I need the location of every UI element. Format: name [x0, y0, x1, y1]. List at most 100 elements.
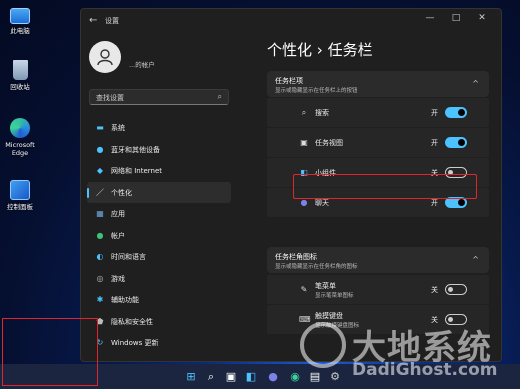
- watermark-logo-icon: [300, 322, 346, 368]
- setting-label: 笔菜单: [315, 282, 336, 290]
- sidebar-item-label: 隐私和安全性: [111, 317, 153, 326]
- search-icon[interactable]: ⌕: [218, 92, 222, 102]
- maximize-button[interactable]: □: [443, 13, 469, 23]
- section-title: 任务栏项: [275, 77, 303, 85]
- sidebar-item-label: 系统: [111, 124, 125, 132]
- setting-sublabel: 显示笔菜单图标: [315, 293, 354, 299]
- sidebar-nav: ▬ 系统 ● 蓝牙和其他设备 ◆ 网络和 Internet ／ 个性化 ▦ 应用…: [87, 117, 231, 354]
- annotation-highlight-box: [2, 318, 98, 386]
- minimize-button[interactable]: —: [417, 13, 443, 23]
- sidebar-item-accessibility[interactable]: ✱ 辅助功能: [87, 289, 231, 311]
- back-button[interactable]: ←: [89, 15, 97, 26]
- setting-row-task-view: ▣ 任务视图 开: [267, 128, 489, 157]
- chevron-up-icon[interactable]: ^: [472, 255, 479, 264]
- desktop-icon-label: 此电脑: [10, 27, 30, 35]
- sidebar-item-label: Windows 更新: [111, 339, 159, 347]
- setting-label: 聊天: [315, 199, 329, 207]
- taskbar-corner-icons-section-header[interactable]: 任务栏角图标 显示或隐藏显示在任务栏角的图标 ^: [267, 247, 489, 273]
- avatar: [89, 41, 121, 73]
- sidebar-item-privacy[interactable]: ⬟ 隐私和安全性: [87, 311, 231, 333]
- search-icon: ⌕: [301, 108, 307, 117]
- edge-icon: [10, 118, 30, 138]
- apps-icon: ▦: [96, 209, 104, 218]
- recycle-bin-icon: [12, 60, 28, 80]
- desktop-icon-label: 回收站: [10, 83, 30, 91]
- breadcrumb-current: 任务栏: [327, 41, 373, 59]
- sidebar-item-network[interactable]: ◆ 网络和 Internet: [87, 160, 231, 182]
- search-input[interactable]: 查找设置 ⌕: [89, 89, 229, 105]
- widgets-highlight-box: [293, 174, 477, 199]
- chat-icon: ●: [300, 198, 308, 207]
- toggle-state-text: 关: [431, 286, 438, 294]
- task-view-toggle[interactable]: [445, 137, 467, 148]
- desktop-icon-recycle-bin[interactable]: 回收站: [0, 60, 40, 91]
- setting-label: 搜索: [315, 109, 329, 117]
- desktop-icon-label: 控制面板: [7, 203, 33, 211]
- sidebar-item-label: 帐户: [111, 231, 125, 240]
- sidebar-item-apps[interactable]: ▦ 应用: [87, 203, 231, 225]
- task-view-icon: ▣: [300, 138, 308, 147]
- sidebar-item-system[interactable]: ▬ 系统: [87, 117, 231, 139]
- section-title: 任务栏角图标: [275, 253, 317, 261]
- sidebar-item-label: 应用: [111, 210, 125, 218]
- task-view-icon[interactable]: ▣: [224, 370, 238, 384]
- toggle-state-text: 开: [431, 199, 438, 207]
- sidebar-item-personalization[interactable]: ／ 个性化: [87, 181, 231, 203]
- sidebar-item-bluetooth[interactable]: ● 蓝牙和其他设备: [87, 139, 231, 161]
- pen-icon: ✎: [300, 285, 308, 294]
- toggle-state-text: 开: [431, 109, 438, 117]
- computer-icon: [10, 8, 30, 24]
- setting-row-pen-menu: ✎ 笔菜单 显示笔菜单图标 关: [267, 275, 489, 304]
- desktop-icon-edge[interactable]: Microsoft Edge: [0, 118, 40, 157]
- close-button[interactable]: ✕: [469, 13, 495, 23]
- window-title: 设置: [105, 17, 119, 25]
- desktop-icon-control-panel[interactable]: 控制面板: [0, 180, 40, 211]
- chevron-up-icon[interactable]: ^: [472, 79, 479, 88]
- taskbar-items-section-header[interactable]: 任务栏项 显示或隐藏显示在任务栏上的按钮 ^: [267, 71, 489, 97]
- sidebar-item-accounts[interactable]: ● 帐户: [87, 225, 231, 247]
- person-icon: [97, 49, 113, 66]
- setting-row-search: ⌕ 搜索 开: [267, 98, 489, 127]
- wifi-icon: ◆: [96, 166, 104, 175]
- setting-label: 任务视图: [315, 139, 343, 147]
- person-icon: ●: [96, 230, 104, 240]
- window-controls: — □ ✕: [417, 13, 495, 23]
- gamepad-icon: ◎: [96, 273, 104, 283]
- desktop-icon-this-pc[interactable]: 此电脑: [0, 6, 40, 35]
- accessibility-icon: ✱: [96, 295, 104, 304]
- sidebar-item-label: 游戏: [111, 274, 125, 283]
- sidebar-item-label: 网络和 Internet: [111, 167, 163, 175]
- sidebar-item-label: 个性化: [111, 188, 132, 197]
- user-profile[interactable]: ...的帐户: [89, 41, 239, 85]
- settings-window: ← 设置 — □ ✕ ...的帐户 查找设置 ⌕ ▬ 系统 ● 蓝牙和其他设备: [80, 8, 502, 362]
- widgets-icon[interactable]: ◧: [244, 370, 258, 384]
- page-title: 个性化 › 任务栏: [267, 39, 373, 60]
- sidebar-item-time-language[interactable]: ◐ 时间和语言: [87, 246, 231, 268]
- watermark: 大地系统 DadiGhost.com: [300, 320, 510, 384]
- desktop-icons: 此电脑 回收站 Microsoft Edge 控制面板: [0, 0, 40, 230]
- brush-icon: ／: [96, 187, 104, 197]
- breadcrumb-parent[interactable]: 个性化: [267, 41, 312, 59]
- search-toggle[interactable]: [445, 107, 467, 118]
- chat-icon[interactable]: ●: [266, 370, 280, 384]
- title-bar: ← 设置 — □ ✕: [81, 9, 501, 33]
- sidebar-item-windows-update[interactable]: ↻ Windows 更新: [87, 332, 231, 354]
- search-placeholder: 查找设置: [96, 94, 124, 102]
- sidebar-item-label: 时间和语言: [111, 253, 146, 261]
- monitor-icon: ▬: [96, 123, 104, 132]
- bluetooth-icon: ●: [96, 144, 104, 154]
- sidebar-item-label: 辅助功能: [111, 296, 139, 304]
- pen-menu-toggle[interactable]: [445, 284, 467, 295]
- sidebar-item-gaming[interactable]: ◎ 游戏: [87, 268, 231, 290]
- breadcrumb-separator: ›: [316, 41, 323, 59]
- watermark-url: DadiGhost.com: [352, 360, 498, 380]
- section-subtitle: 显示或隐藏显示在任务栏角的图标: [275, 264, 358, 270]
- section-subtitle: 显示或隐藏显示在任务栏上的按钮: [275, 88, 358, 94]
- toggle-state-text: 开: [431, 139, 438, 147]
- control-panel-icon: [10, 180, 30, 200]
- globe-clock-icon: ◐: [96, 252, 104, 261]
- user-name: ...的帐户: [129, 61, 155, 69]
- windows-start-icon[interactable]: ⊞: [184, 370, 198, 384]
- search-icon[interactable]: ⌕: [204, 370, 218, 384]
- sidebar-item-label: 蓝牙和其他设备: [111, 145, 160, 154]
